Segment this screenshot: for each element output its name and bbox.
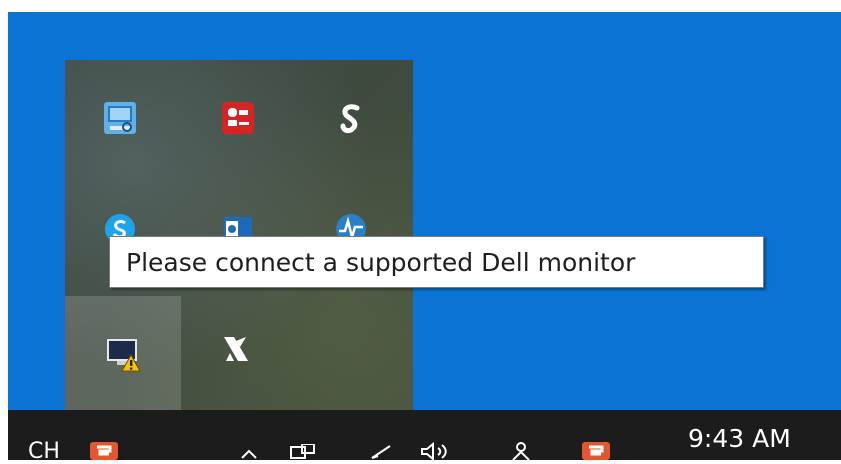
tooltip-text: Please connect a supported Dell monitor — [126, 247, 636, 277]
red-app-icon[interactable] — [217, 97, 259, 139]
s-logo-icon[interactable] — [330, 97, 372, 139]
chevron-up-icon[interactable] — [240, 448, 258, 460]
taskbar-app-icon[interactable] — [90, 442, 118, 460]
volume-icon[interactable] — [420, 442, 454, 460]
language-indicator[interactable]: CH — [28, 439, 60, 464]
taskbar: CH 9:43 AM — [8, 410, 841, 464]
taskbar-app-icon-2[interactable] — [582, 442, 610, 460]
network-monitor-icon[interactable] — [99, 97, 141, 139]
dell-display-manager-warning-icon[interactable] — [65, 296, 181, 410]
tooltip: Please connect a supported Dell monitor — [109, 236, 764, 288]
network-icon[interactable] — [290, 444, 316, 460]
clock[interactable]: 9:43 AM — [688, 424, 791, 453]
x-logo-icon[interactable] — [215, 328, 257, 370]
pen-icon[interactable] — [370, 444, 394, 460]
person-icon[interactable] — [510, 442, 532, 460]
system-tray-overflow-panel — [65, 60, 413, 410]
